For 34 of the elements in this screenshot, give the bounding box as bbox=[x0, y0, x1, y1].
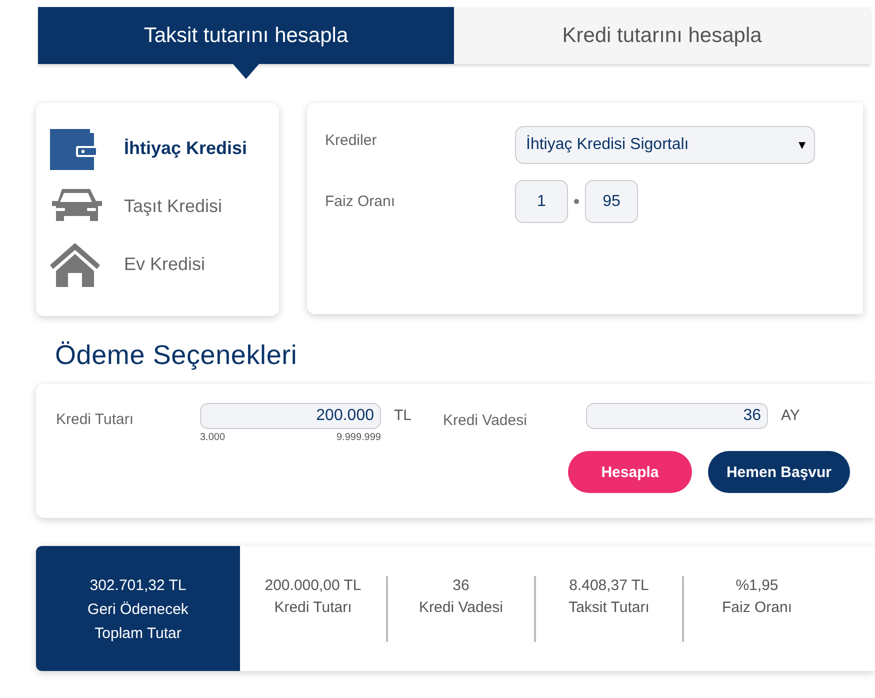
summary-label: Taksit Tutarı bbox=[568, 598, 650, 618]
wallet-icon bbox=[48, 126, 96, 170]
unit-label: AY bbox=[781, 407, 800, 424]
field-label: Kredi Tutarı bbox=[56, 411, 135, 428]
section-title: Ödeme Seçenekleri bbox=[55, 340, 298, 371]
loan-term-field[interactable]: 36 bbox=[586, 403, 768, 429]
house-icon bbox=[48, 241, 102, 287]
summary-label: Faiz Oranı bbox=[720, 598, 794, 618]
max-amount: 9.999.999 bbox=[336, 432, 381, 443]
field-label: Krediler bbox=[325, 132, 378, 149]
summary-value: 8.408,37 TL bbox=[568, 576, 650, 596]
loan-type-option[interactable]: İhtiyaç Kredisi bbox=[124, 138, 248, 158]
rate-fraction-field[interactable]: 95 bbox=[585, 180, 638, 223]
unit-label: TL bbox=[394, 407, 413, 424]
loan-type-option[interactable]: Ev Kredisi bbox=[124, 254, 206, 274]
summary-value: %1,95 bbox=[734, 576, 780, 596]
total-amount: 302.701,32 TL bbox=[88, 576, 188, 596]
tab[interactable]: Kredi tutarını hesapla bbox=[454, 7, 870, 64]
calculate-button[interactable]: Hesapla bbox=[568, 451, 692, 493]
summary-label: Kredi Vadesi bbox=[418, 598, 504, 618]
total-label: Geri Ödenecek Toplam Tutar bbox=[86, 600, 190, 644]
field-label: Faiz Oranı bbox=[325, 193, 396, 210]
tab[interactable]: Taksit tutarını hesapla bbox=[38, 7, 454, 64]
rate-whole-field[interactable]: 1 bbox=[515, 180, 568, 223]
summary-label: Kredi Tutarı bbox=[273, 598, 353, 618]
apply-button[interactable]: Hemen Başvur bbox=[708, 451, 850, 493]
field-label: Kredi Vadesi bbox=[443, 412, 528, 429]
min-amount: 3.000 bbox=[200, 432, 226, 443]
tab-pointer bbox=[233, 64, 259, 79]
loan-amount-field[interactable]: 200.000 bbox=[200, 403, 381, 429]
summary-value: 36 bbox=[452, 576, 470, 596]
loan-product-dropdown[interactable]: İhtiyaç Kredisi Sigortalı ▼ bbox=[515, 126, 815, 164]
summary-value: 200.000,00 TL bbox=[264, 576, 362, 596]
loan-type-option[interactable]: Taşıt Kredisi bbox=[124, 196, 222, 216]
